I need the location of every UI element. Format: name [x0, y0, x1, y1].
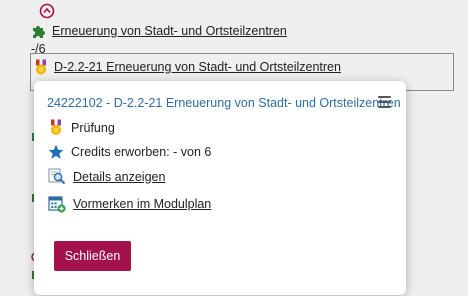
hamburger-menu-icon[interactable]: [378, 96, 391, 108]
module-link[interactable]: D-2.2-21 Erneuerung von Stadt- und Ortst…: [33, 59, 341, 75]
credits-row: Credits erworben: - von 6: [48, 144, 211, 160]
calendar-add-icon: [48, 196, 66, 213]
exam-row: Prüfung: [48, 119, 115, 136]
plan-row[interactable]: Vormerken im Modulplan: [48, 195, 211, 213]
close-button[interactable]: Schließen: [54, 241, 131, 271]
collapse-up-icon[interactable]: [39, 3, 55, 19]
module-popup: 24222102 - D-2.2-21 Erneuerung von Stadt…: [34, 81, 406, 295]
magnifier-document-icon: [48, 168, 66, 185]
popup-title: 24222102 - D-2.2-21 Erneuerung von Stadt…: [47, 96, 401, 110]
exam-badge-icon: [51, 119, 61, 135]
exam-label: Prüfung: [71, 120, 115, 135]
puzzle-icon: [33, 26, 45, 38]
credits-label: Credits erworben: - von 6: [71, 145, 212, 159]
star-icon: [48, 144, 64, 159]
details-row[interactable]: Details anzeigen: [48, 168, 165, 185]
module-link-label[interactable]: D-2.2-21 Erneuerung von Stadt- und Ortst…: [54, 60, 341, 74]
details-link[interactable]: Details anzeigen: [73, 170, 165, 184]
tree-node-label[interactable]: Erneuerung von Stadt- und Ortsteilzentre…: [52, 24, 287, 38]
exam-badge-icon: [36, 59, 46, 75]
plan-link[interactable]: Vormerken im Modulplan: [73, 197, 211, 211]
tree-node[interactable]: Erneuerung von Stadt- und Ortsteilzentre…: [30, 22, 287, 40]
